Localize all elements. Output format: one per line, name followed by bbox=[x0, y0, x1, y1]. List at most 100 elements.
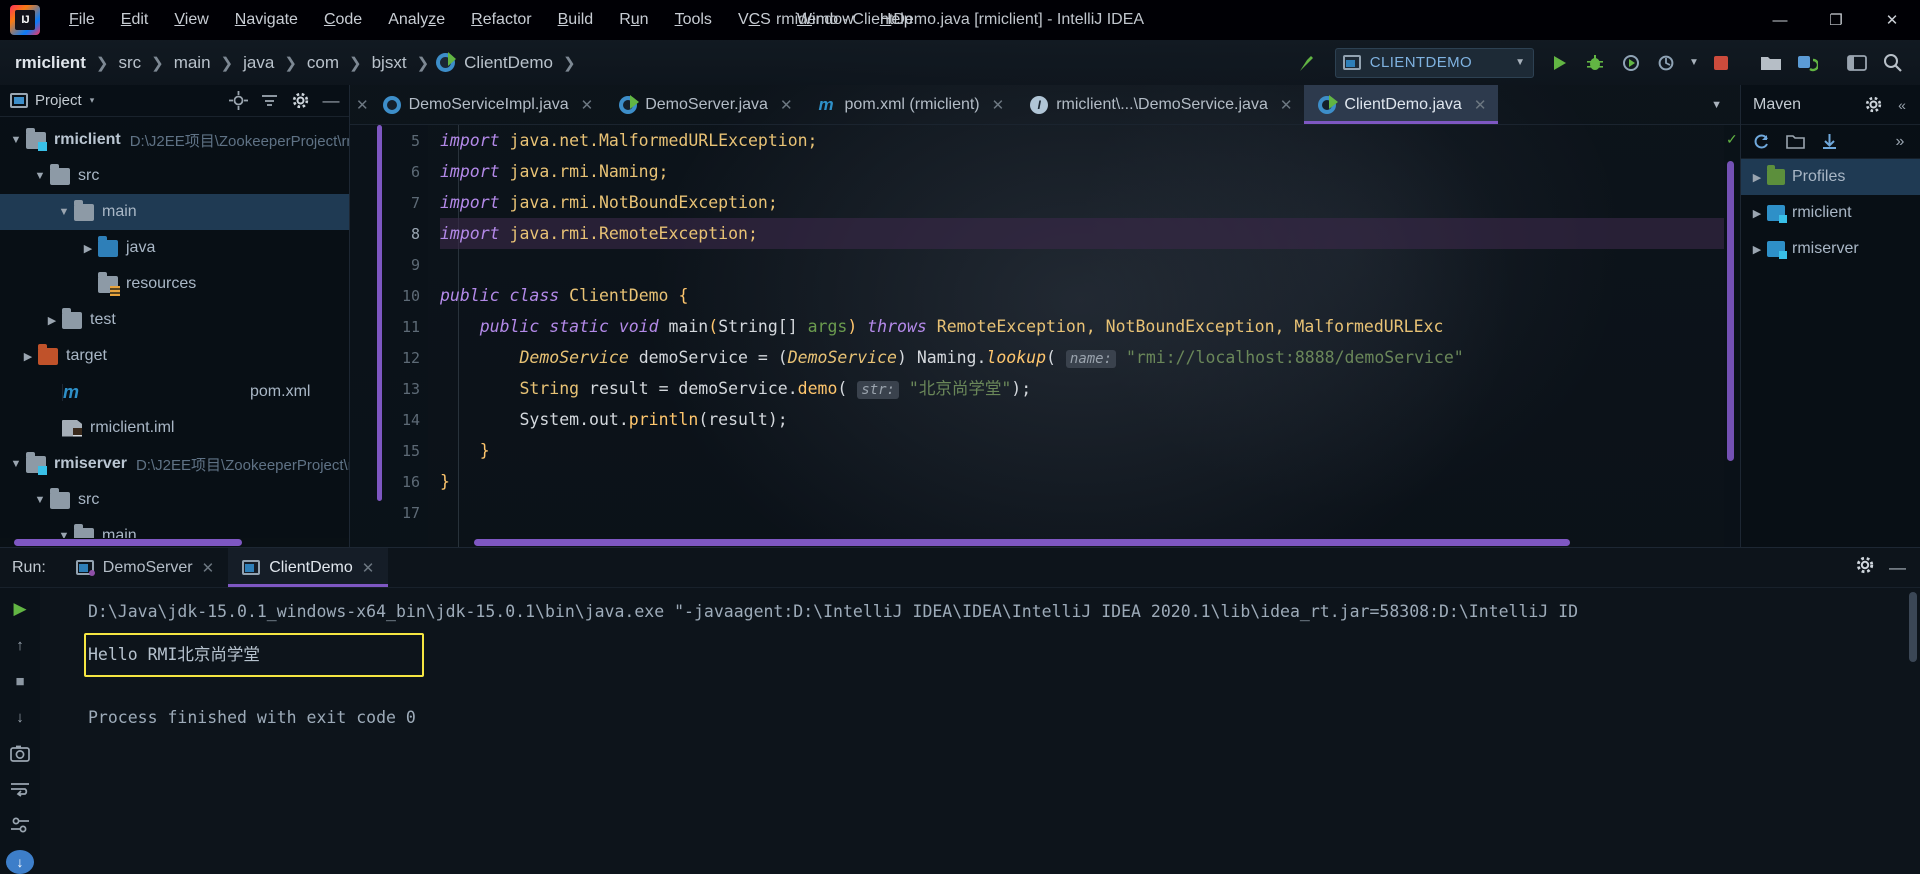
run-tab-demoserver[interactable]: DemoServer ✕ bbox=[62, 548, 228, 587]
breadcrumb-item-bjsxt[interactable]: bjsxt bbox=[369, 51, 410, 75]
chevron-down-icon[interactable]: ▾ bbox=[90, 95, 95, 106]
more-icon[interactable]: » bbox=[1890, 132, 1910, 152]
menu-item-edit[interactable]: Edit bbox=[108, 5, 162, 35]
tree-node-src[interactable]: ▼ src bbox=[0, 158, 349, 194]
maven-row-rmiclient[interactable]: ▶ rmiclient bbox=[1741, 195, 1920, 231]
tree-node-server-src[interactable]: ▼ src bbox=[0, 482, 349, 518]
chevron-icon[interactable]: ▶ bbox=[1747, 207, 1767, 220]
scrollbar-thumb[interactable] bbox=[474, 539, 1570, 546]
breadcrumb-item-clientdemo[interactable]: ClientDemo bbox=[461, 51, 556, 75]
hide-panel-icon[interactable]: — bbox=[321, 91, 341, 111]
breadcrumb-item-com[interactable]: com bbox=[304, 51, 342, 75]
close-icon[interactable]: ✕ bbox=[780, 96, 793, 114]
chevron-down-icon[interactable]: ▼ bbox=[1701, 99, 1732, 111]
down-icon[interactable]: ↓ bbox=[7, 706, 33, 728]
up-icon[interactable]: ↑ bbox=[7, 634, 33, 656]
menu-item-view[interactable]: View bbox=[161, 5, 221, 35]
menu-item-analyze[interactable]: Analyze bbox=[375, 5, 458, 35]
settings-icon[interactable] bbox=[7, 814, 33, 836]
maven-row-rmiserver[interactable]: ▶ rmiserver bbox=[1741, 231, 1920, 267]
run-configuration-selector[interactable]: CLIENTDEMO ▼ bbox=[1334, 47, 1534, 78]
collapse-all-icon[interactable] bbox=[259, 91, 279, 111]
sidebar-horizontal-scrollbar[interactable] bbox=[0, 538, 349, 547]
rerun-icon[interactable]: ▶ bbox=[7, 598, 33, 620]
tree-node-java[interactable]: ▶ java bbox=[0, 230, 349, 266]
tree-node-test[interactable]: ▶ test bbox=[0, 302, 349, 338]
scrollbar-thumb[interactable] bbox=[14, 539, 242, 546]
tree-node-main[interactable]: ▼ main bbox=[0, 194, 349, 230]
editor-tab-demoserver[interactable]: DemoServer.java ✕ bbox=[605, 85, 804, 124]
scrollbar-thumb[interactable] bbox=[1727, 161, 1734, 461]
menu-item-navigate[interactable]: Navigate bbox=[222, 5, 311, 35]
chevron-icon[interactable]: ▼ bbox=[6, 134, 26, 146]
chevron-icon[interactable]: ▶ bbox=[1747, 243, 1767, 256]
profile-button[interactable] bbox=[1650, 46, 1684, 80]
chevron-icon[interactable]: ▶ bbox=[42, 314, 62, 327]
minimize-icon[interactable]: — bbox=[1889, 558, 1906, 578]
gear-icon[interactable] bbox=[1863, 95, 1883, 115]
locate-file-icon[interactable] bbox=[228, 91, 248, 111]
close-icon[interactable]: ✕ bbox=[1280, 96, 1293, 114]
chevron-icon[interactable]: ▼ bbox=[30, 494, 50, 506]
tree-node-rmiclient-iml[interactable]: ▶ rmiclient.iml bbox=[0, 410, 349, 446]
scroll-to-end-icon[interactable]: ↓ bbox=[6, 850, 34, 874]
menu-item-run[interactable]: Run bbox=[606, 5, 661, 35]
gear-icon[interactable] bbox=[1855, 555, 1875, 580]
tree-node-server-main[interactable]: ▼ main bbox=[0, 518, 349, 538]
reload-icon[interactable] bbox=[1751, 132, 1771, 152]
breadcrumb-item-src[interactable]: src bbox=[115, 51, 144, 75]
run-button[interactable] bbox=[1542, 46, 1576, 80]
stop-icon[interactable]: ■ bbox=[7, 670, 33, 692]
chevron-icon[interactable]: ▶ bbox=[1747, 171, 1767, 184]
menu-item-build[interactable]: Build bbox=[545, 5, 607, 35]
close-icon[interactable]: ✕ bbox=[362, 559, 375, 577]
menu-item-tools[interactable]: Tools bbox=[662, 5, 725, 35]
editor-tab-pom-xml[interactable]: m pom.xml (rmiclient) ✕ bbox=[805, 85, 1017, 124]
editor-tab-demoservice[interactable]: I rmiclient\...\DemoService.java ✕ bbox=[1016, 85, 1304, 124]
editor-marker-bar[interactable]: ✓ bbox=[1724, 125, 1740, 547]
chevron-icon[interactable]: ▼ bbox=[6, 458, 26, 470]
code-editor[interactable]: 5 6 7 8 9 10 11 12 13 14 15 16 17 import bbox=[350, 125, 1740, 547]
chevron-icon[interactable]: ▶ bbox=[78, 242, 98, 255]
breadcrumb-item-rmiclient[interactable]: rmiclient bbox=[12, 51, 89, 75]
tab-close-icon[interactable]: ✕ bbox=[350, 85, 369, 124]
close-icon[interactable]: ✕ bbox=[1474, 96, 1487, 114]
debug-button[interactable] bbox=[1578, 46, 1612, 80]
update-project-icon[interactable] bbox=[1790, 46, 1824, 80]
menu-item-window[interactable]: Window bbox=[784, 5, 867, 35]
tree-node-rmiclient[interactable]: ▼ rmiclient D:\J2EE项目\ZookeeperProject\r… bbox=[0, 122, 349, 158]
chevron-down-icon[interactable]: ▼ bbox=[1686, 46, 1702, 80]
editor-tab-demoserviceimpl[interactable]: DemoServiceImpl.java ✕ bbox=[369, 85, 606, 124]
chevron-icon[interactable]: ▼ bbox=[54, 530, 74, 538]
code-content[interactable]: import java.net.MalformedURLException; i… bbox=[428, 125, 1724, 547]
chevron-down-icon[interactable]: ▼ bbox=[1515, 57, 1525, 68]
menu-item-file[interactable]: File bbox=[56, 5, 108, 35]
folder-icon[interactable] bbox=[1785, 132, 1805, 152]
build-icon[interactable] bbox=[1289, 46, 1323, 80]
tree-node-target[interactable]: ▶ target bbox=[0, 338, 349, 374]
editor-horizontal-scrollbar[interactable] bbox=[428, 538, 1710, 547]
search-icon[interactable] bbox=[1876, 46, 1910, 80]
editor-gutter[interactable]: 5 6 7 8 9 10 11 12 13 14 15 16 17 bbox=[350, 125, 428, 547]
close-icon[interactable]: ✕ bbox=[202, 559, 215, 577]
stop-button[interactable] bbox=[1704, 46, 1738, 80]
run-console-output[interactable]: D:\Java\jdk-15.0.1_windows-x64_bin\jdk-1… bbox=[40, 588, 1920, 874]
close-icon[interactable]: ✕ bbox=[581, 96, 594, 114]
gear-icon[interactable] bbox=[290, 91, 310, 111]
menu-item-help[interactable]: Help bbox=[867, 5, 926, 35]
tree-node-pom-xml[interactable]: ▶ m pom.xml bbox=[0, 374, 349, 410]
console-scrollbar-thumb[interactable] bbox=[1909, 592, 1917, 662]
chevron-icon[interactable]: ▶ bbox=[18, 350, 38, 363]
maven-row-profiles[interactable]: ▶ Profiles bbox=[1741, 159, 1920, 195]
menu-item-refactor[interactable]: Refactor bbox=[458, 5, 544, 35]
tree-node-resources[interactable]: ▶ resources bbox=[0, 266, 349, 302]
soft-wrap-icon[interactable] bbox=[7, 778, 33, 800]
run-tab-clientdemo[interactable]: ClientDemo ✕ bbox=[228, 548, 389, 587]
chevron-icon[interactable]: ▼ bbox=[30, 170, 50, 182]
breadcrumb-item-main[interactable]: main bbox=[171, 51, 214, 75]
download-icon[interactable] bbox=[1819, 132, 1839, 152]
minimize-button[interactable]: — bbox=[1752, 0, 1808, 40]
editor-tab-clientdemo[interactable]: ClientDemo.java ✕ bbox=[1304, 85, 1499, 124]
close-button[interactable]: ✕ bbox=[1864, 0, 1920, 40]
menu-item-code[interactable]: Code bbox=[311, 5, 375, 35]
